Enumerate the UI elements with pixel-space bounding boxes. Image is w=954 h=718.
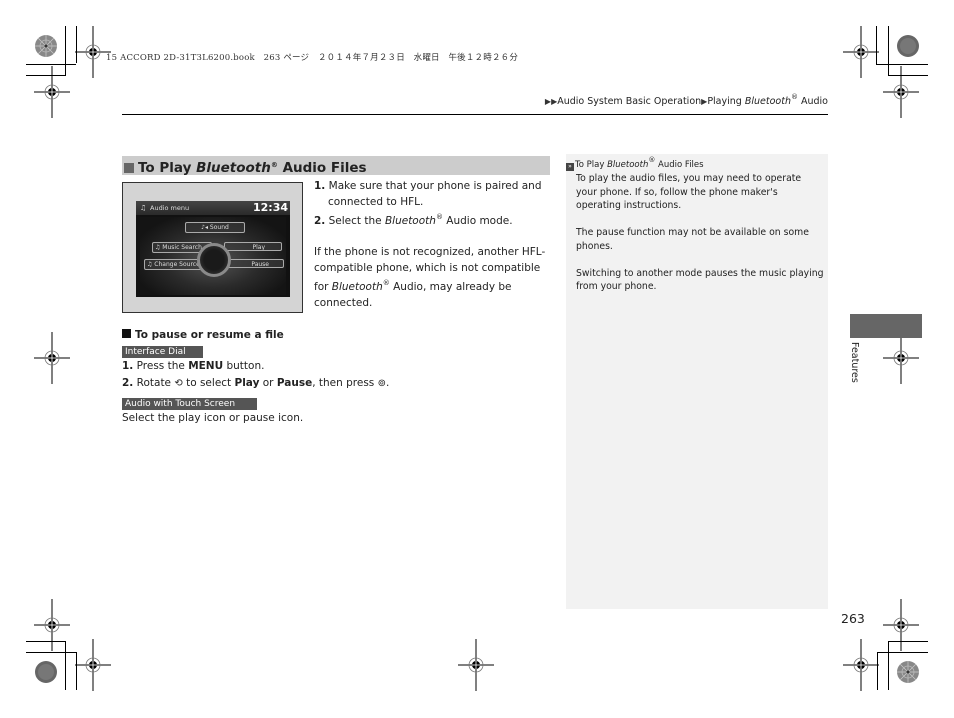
reference-text: To Play (575, 160, 608, 170)
step-number: 2. (122, 377, 134, 389)
registered-mark: ® (382, 279, 390, 287)
step-2: 2. Select the Bluetooth® Audio mode. (314, 210, 550, 230)
breadcrumb-section[interactable]: Audio System Basic Operation (557, 96, 701, 107)
registered-mark: ® (435, 213, 443, 221)
registered-mark: ® (270, 161, 278, 169)
step-text: Audio mode. (442, 215, 513, 227)
play-label: Play (234, 377, 260, 389)
pause-label: Pause (251, 261, 269, 268)
interface-dial-graphic (197, 243, 231, 277)
step-text: . (385, 377, 390, 389)
notes-list: To play the audio files, you may need to… (576, 172, 824, 307)
play-button[interactable]: Play (224, 242, 282, 251)
square-bullet-icon (122, 329, 131, 338)
play-label: Play (252, 244, 265, 251)
subsection-title: To pause or resume a file (135, 329, 284, 341)
press-dial-icon: ⊚ (377, 378, 386, 389)
step-number: 1. (314, 180, 326, 192)
touch-instruction: Select the play icon or pause icon. (122, 412, 304, 424)
music-note-icon: ♫ (140, 204, 147, 212)
pause-button[interactable]: Pause (224, 259, 284, 268)
step-text: Make sure that your phone is paired and … (328, 180, 542, 208)
screen-title-bar: ♫ Audio menu 12:34 (136, 201, 290, 215)
chapter-tab[interactable] (850, 314, 922, 338)
section-heading: To Play Bluetooth® Audio Files (122, 156, 550, 176)
step-text: or (259, 377, 277, 389)
page-number: 263 (841, 611, 865, 626)
cross-reference[interactable]: » To Play Bluetooth® Audio Files (566, 156, 704, 171)
screen-body: ♪◂ Sound ♫ Music Search Play ♫ Change So… (140, 217, 286, 295)
steps-block: 1. Make sure that your phone is paired a… (314, 179, 550, 311)
step-text: Press the (136, 360, 189, 372)
screen-clock: 12:34 (252, 201, 288, 214)
step-text: , then press (312, 377, 378, 389)
subsection-heading: To pause or resume a file (122, 329, 284, 341)
pause-label: Pause (276, 377, 313, 389)
breadcrumb-page-prefix: Playing (707, 96, 745, 107)
menu-button-label: MENU (188, 360, 224, 372)
step-number: 2. (314, 215, 326, 227)
section-title-prefix: To Play (138, 160, 197, 176)
section-title-italic: Bluetooth (196, 160, 271, 176)
header-rule (122, 114, 828, 115)
reference-text: Audio Files (655, 160, 704, 170)
reference-italic: Bluetooth (607, 160, 649, 170)
interface-dial-tag: Interface Dial (122, 346, 203, 358)
note-paragraph: Switching to another mode pauses the mus… (576, 267, 824, 293)
step-text: Rotate (136, 377, 175, 389)
file-header: 15 ACCORD 2D-31T3L6200.book 263 ページ ２０１４… (106, 53, 519, 63)
step-italic: Bluetooth (384, 215, 436, 227)
sound-label: Sound (209, 224, 229, 231)
breadcrumb: ▶▶Audio System Basic Operation▶Playing B… (545, 93, 828, 107)
compatibility-note: If the phone is not recognized, another … (314, 245, 550, 311)
step-text: to select (182, 377, 235, 389)
screen-title: Audio menu (150, 204, 190, 212)
dial-step-1: 1. Press the MENU button. (122, 360, 264, 372)
step-text: button. (223, 360, 265, 372)
note-paragraph: To play the audio files, you may need to… (576, 173, 802, 211)
note-paragraph: The pause function may not be available … (576, 227, 809, 252)
music-search-label: Music Search (162, 244, 202, 251)
note-italic: Bluetooth (331, 281, 383, 293)
step-1: 1. Make sure that your phone is paired a… (314, 179, 550, 210)
section-title-suffix: Audio Files (277, 160, 367, 176)
reference-arrow-icon: » (566, 163, 574, 171)
touch-screen-tag: Audio with Touch Screen (122, 398, 257, 410)
square-bullet-icon (124, 163, 134, 173)
step-number: 1. (122, 360, 134, 372)
audio-screen: ♫ Audio menu 12:34 ♪◂ Sound ♫ Music Sear… (136, 201, 290, 297)
step-text: Select the (328, 215, 385, 227)
change-source-label: Change Source (154, 261, 200, 268)
breadcrumb-arrows: ▶▶ (544, 97, 558, 106)
notes-sidebar: » To Play Bluetooth® Audio Files To play … (566, 154, 828, 609)
sound-button[interactable]: ♪◂ Sound (185, 222, 245, 233)
dial-step-2: 2. Rotate ⟲ to select Play or Pause, the… (122, 377, 389, 389)
speaker-icon: ♪◂ (201, 224, 210, 231)
chapter-tab-label: Features (849, 342, 860, 383)
audio-menu-screenshot: ♫ Audio menu 12:34 ♪◂ Sound ♫ Music Sear… (122, 182, 303, 313)
breadcrumb-page-italic: Bluetooth (744, 96, 791, 107)
rotate-dial-icon: ⟲ (174, 378, 183, 389)
registered-mark: ® (790, 93, 798, 101)
breadcrumb-page-suffix: Audio (797, 96, 828, 107)
